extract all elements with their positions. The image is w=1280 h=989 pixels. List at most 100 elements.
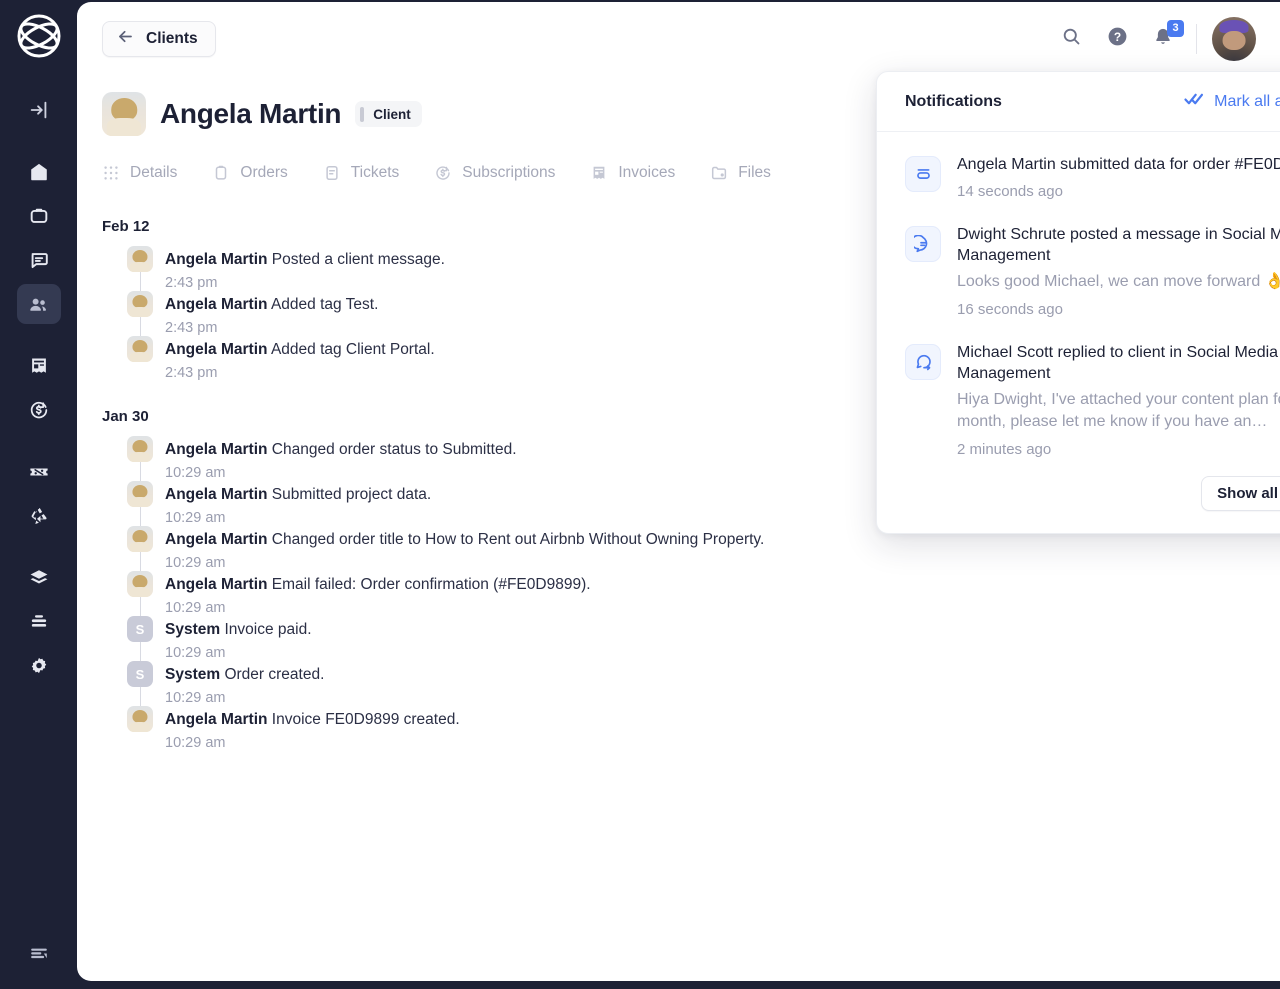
notification-timestamp: 2 minutes ago <box>957 441 1052 458</box>
show-all-notifications-button[interactable]: Show all <box>1201 476 1280 511</box>
entry-text: Angela Martin Invoice FE0D9899 created. <box>165 709 460 730</box>
entry-actor: Angela Martin <box>165 251 268 268</box>
tab-tickets[interactable]: Tickets <box>323 158 421 188</box>
invoice-icon <box>590 164 608 182</box>
arrow-left-icon <box>116 27 135 51</box>
entry-time: 2:43 pm <box>165 275 218 291</box>
help-circle-icon: ? <box>1106 25 1129 53</box>
entry-actor: System <box>165 621 221 638</box>
notification-title: Dwight Schrute posted a message in Socia… <box>957 226 1280 264</box>
notifications-badge: 3 <box>1167 20 1184 37</box>
entry-action: Email failed: Order confirmation (#FE0D9… <box>271 576 591 593</box>
avatar[interactable] <box>1212 17 1256 61</box>
notifications-header: Notifications Mark all as read <box>877 72 1280 132</box>
notification-timestamp: 14 seconds ago <box>957 183 1063 200</box>
main-panel: Clients ? 3 Angela Martin Client Details… <box>77 2 1280 981</box>
notification-item[interactable]: Michael Scott replied to client in Socia… <box>877 328 1280 468</box>
sidebar-item-forms[interactable] <box>17 602 61 642</box>
entry-avatar <box>127 571 153 597</box>
entry-time: 10:29 am <box>165 555 226 571</box>
sidebar-item-home[interactable] <box>17 152 61 192</box>
tab-orders-label: Orders <box>240 164 288 181</box>
chat-icon <box>28 249 50 271</box>
collapse-panel-icon <box>28 99 50 121</box>
page-title: Angela Martin <box>160 98 342 129</box>
status-badge-label: Client <box>373 106 411 122</box>
entry-time: 2:43 pm <box>165 320 218 336</box>
entry-text: System Invoice paid. <box>165 619 312 640</box>
tab-subscriptions-label: Subscriptions <box>462 164 556 181</box>
entry-text: Angela Martin Changed order status to Su… <box>165 439 517 460</box>
notification-preview: Looks good Michael, we can move forward … <box>957 273 1280 290</box>
entry-time: 10:29 am <box>165 510 226 526</box>
mark-all-as-read-button[interactable]: Mark all as read <box>1184 91 1280 112</box>
notifications-title: Notifications <box>905 92 1002 110</box>
dollar-refresh-icon <box>434 164 452 182</box>
entry-time: 2:43 pm <box>165 365 218 381</box>
layers-icon <box>28 567 50 589</box>
entry-action: Changed order status to Submitted. <box>271 441 517 458</box>
order-box-icon <box>905 156 941 192</box>
notification-body: Dwight Schrute posted a message in Socia… <box>957 224 1280 318</box>
entry-time: 10:29 am <box>165 690 226 706</box>
tab-invoices[interactable]: Invoices <box>590 158 696 188</box>
tab-details[interactable]: Details <box>102 158 198 188</box>
sidebar-item-services[interactable] <box>17 558 61 598</box>
tab-orders[interactable]: Orders <box>212 158 308 188</box>
sidebar-item-settings[interactable] <box>17 646 61 686</box>
briefcase-icon <box>28 205 50 227</box>
reply-bubble-icon <box>905 344 941 380</box>
entry-time: 10:29 am <box>165 600 226 616</box>
back-to-clients-button[interactable]: Clients <box>102 21 216 57</box>
app-root: Clients ? 3 Angela Martin Client Details… <box>0 0 1280 989</box>
notification-body: Michael Scott replied to client in Socia… <box>957 342 1280 458</box>
entry-actor: Angela Martin <box>165 531 268 548</box>
search-button[interactable] <box>1048 19 1094 59</box>
sidebar-item-automations[interactable] <box>17 496 61 536</box>
sidebar-item-coupons[interactable] <box>17 452 61 492</box>
sidebar-item-invoices[interactable] <box>17 346 61 386</box>
notification-item[interactable]: Angela Martin submitted data for order #… <box>877 140 1280 210</box>
notification-item[interactable]: Dwight Schrute posted a message in Socia… <box>877 210 1280 328</box>
notifications-button[interactable]: 3 <box>1140 19 1186 59</box>
sidebar-item-clients[interactable] <box>16 284 61 324</box>
timeline-time-row: 10:29 am <box>102 732 1280 754</box>
entry-avatar <box>127 526 153 552</box>
dollar-refresh-icon <box>28 399 50 421</box>
entry-text: Angela Martin Changed order title to How… <box>165 529 764 550</box>
invoice-icon <box>28 355 50 377</box>
logo-icon[interactable] <box>11 8 67 64</box>
tab-subscriptions[interactable]: Subscriptions <box>434 158 576 188</box>
entry-action: Order created. <box>224 666 325 683</box>
entry-avatar: S <box>127 616 153 642</box>
topbar-divider <box>1196 24 1197 54</box>
sidebar-item-collapse-sidebar[interactable] <box>17 90 61 130</box>
notifications-dropdown: Notifications Mark all as read <box>876 71 1280 534</box>
show-all-label: Show all <box>1217 485 1278 502</box>
svg-text:?: ? <box>1113 30 1120 44</box>
sidebar-item-notes[interactable] <box>17 933 61 973</box>
tab-files[interactable]: Files <box>710 158 792 188</box>
entry-avatar <box>127 291 153 317</box>
grid-dots-icon <box>102 164 120 182</box>
stack-lines-icon <box>28 611 50 633</box>
notification-timestamp: 16 seconds ago <box>957 301 1063 318</box>
sidebar-item-messages[interactable] <box>17 240 61 280</box>
status-badge: Client <box>355 101 422 127</box>
entry-actor: Angela Martin <box>165 711 268 728</box>
entry-action: Changed order title to How to Rent out A… <box>271 531 765 548</box>
sidebar-item-projects[interactable] <box>17 196 61 236</box>
notification-title: Michael Scott replied to client in Socia… <box>957 344 1279 382</box>
discount-ticket-icon <box>28 461 50 483</box>
entry-action: Invoice FE0D9899 created. <box>271 711 460 728</box>
entry-actor: Angela Martin <box>165 486 268 503</box>
entry-text: Angela Martin Added tag Test. <box>165 294 378 315</box>
notification-body: Angela Martin submitted data for order #… <box>957 154 1280 200</box>
help-button[interactable]: ? <box>1094 19 1140 59</box>
primary-sidebar <box>0 0 77 989</box>
entry-avatar <box>127 336 153 362</box>
entry-actor: Angela Martin <box>165 441 268 458</box>
sidebar-item-subscriptions[interactable] <box>17 390 61 430</box>
entry-action: Invoice paid. <box>224 621 312 638</box>
timeline-connector <box>127 732 153 754</box>
